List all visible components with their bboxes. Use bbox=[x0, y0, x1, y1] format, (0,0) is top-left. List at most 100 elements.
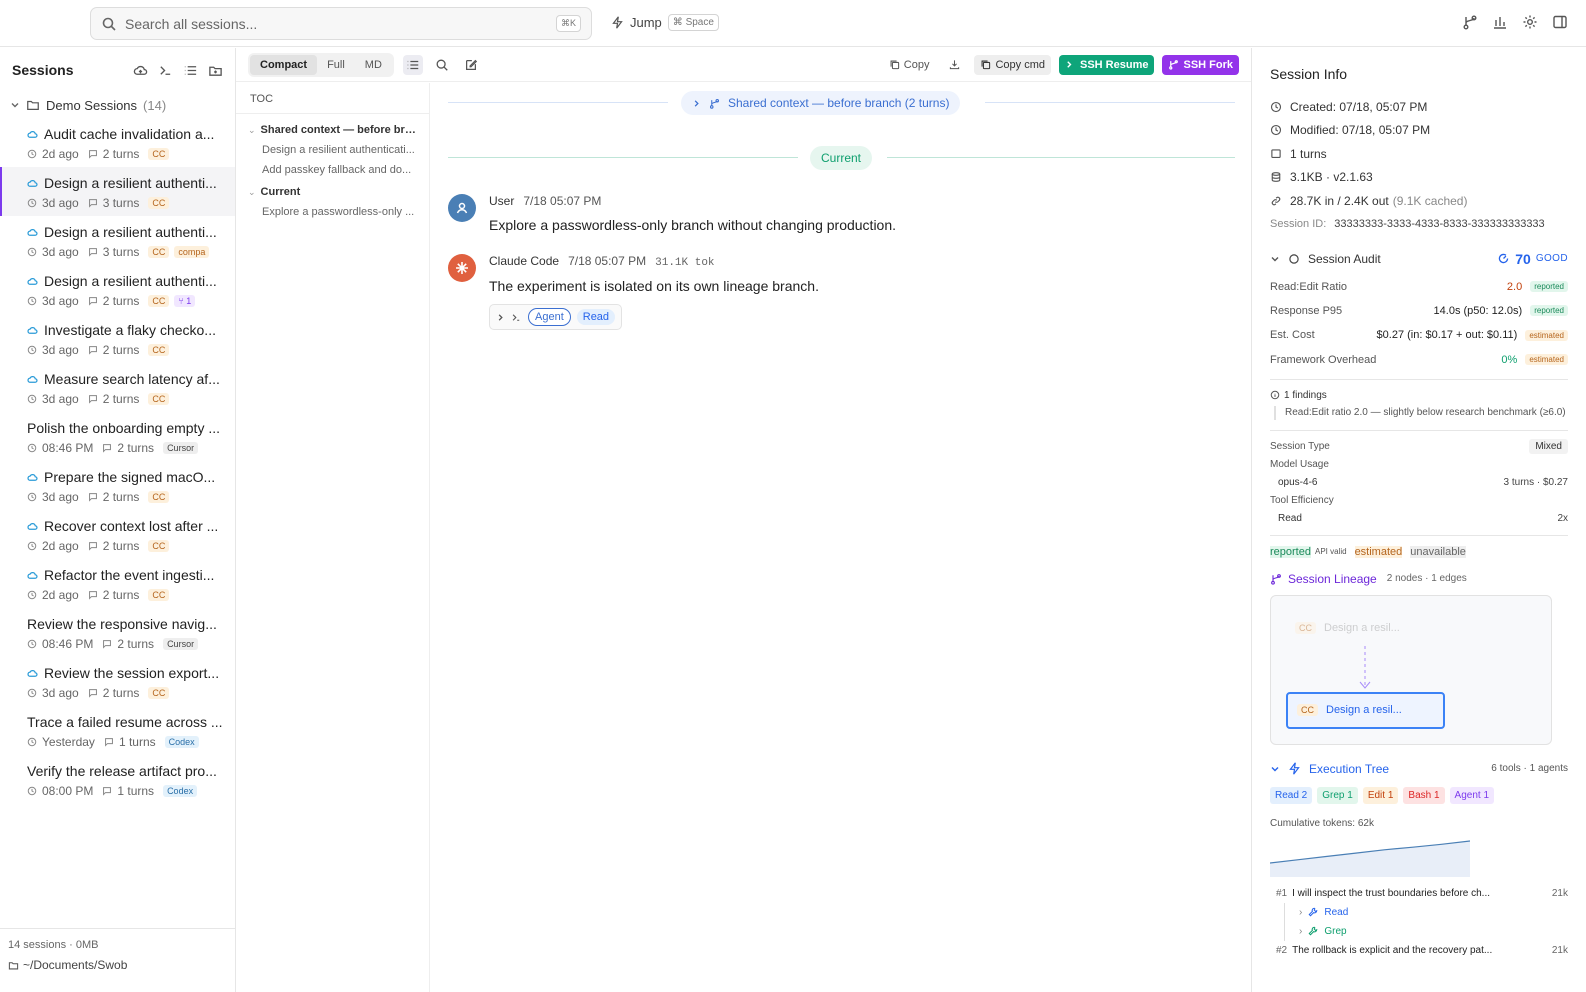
ssh-resume-button[interactable]: SSH Resume bbox=[1059, 54, 1155, 75]
session-item[interactable]: Recover context lost after ... 2d ago 2 … bbox=[0, 510, 235, 559]
toc-section[interactable]: ⌄ Current bbox=[236, 176, 429, 198]
execution-tree-header[interactable]: Execution Tree 6 tools · 1 agents bbox=[1270, 762, 1568, 776]
message-icon bbox=[103, 787, 112, 796]
session-item[interactable]: Audit cache invalidation a... 2d ago 2 t… bbox=[0, 118, 235, 167]
lineage-node-parent[interactable]: CC Design a resil... bbox=[1295, 621, 1400, 634]
cached-value: (9.1K cached) bbox=[1392, 193, 1468, 208]
execution-turn-row[interactable]: #2 The rollback is explicit and the reco… bbox=[1270, 941, 1568, 960]
session-tag: CC bbox=[148, 295, 170, 307]
footer-path[interactable]: ~/Documents/Swob bbox=[23, 958, 127, 972]
session-audit-title: Session Audit bbox=[1308, 251, 1381, 266]
audit-metric-row: Read:Edit Ratio 2.0 reported bbox=[1270, 275, 1568, 299]
node-label: Design a resil... bbox=[1324, 621, 1400, 634]
session-time: 08:46 PM bbox=[42, 637, 94, 651]
session-group[interactable]: Demo Sessions (14) bbox=[0, 92, 235, 118]
tool-chip-read[interactable]: Read bbox=[576, 309, 616, 325]
audit-score-value: 70 bbox=[1515, 250, 1531, 267]
toc-section[interactable]: ⌄ Shared context — before bra... bbox=[236, 114, 429, 136]
session-item[interactable]: Design a resilient authenti... 3d ago 3 … bbox=[0, 216, 235, 265]
tool-count-chip[interactable]: Edit 1 bbox=[1362, 786, 1399, 804]
sessions-sidebar: Sessions Demo Sessions (14) Audit cache … bbox=[0, 48, 236, 992]
tool-count-chip[interactable]: Grep 1 bbox=[1317, 786, 1358, 804]
conversation-view: Shared context — before branch (2 turns)… bbox=[430, 83, 1251, 992]
session-time: 3d ago bbox=[42, 196, 79, 210]
node-tag: CC bbox=[1297, 704, 1318, 717]
session-time: 2d ago bbox=[42, 147, 79, 161]
audit-metric-row: Response P95 14.0s (p50: 12.0s) reported bbox=[1270, 299, 1568, 323]
find-button[interactable] bbox=[432, 55, 452, 75]
toc-item[interactable]: Explore a passwordless-only ... bbox=[236, 198, 429, 218]
tool-count-chip[interactable]: Read 2 bbox=[1270, 786, 1313, 804]
toc-toggle-button[interactable] bbox=[402, 54, 423, 75]
finding-text: Read:Edit ratio 2.0 — slightly below res… bbox=[1274, 405, 1568, 420]
session-time: 2d ago bbox=[42, 588, 79, 602]
cloud-icon bbox=[27, 522, 38, 530]
panel-icon[interactable] bbox=[1552, 14, 1568, 30]
tool-call-node[interactable]: › Grep bbox=[1284, 921, 1568, 941]
model-stats: 3 turns · $0.27 bbox=[1503, 477, 1568, 489]
findings-header: 1 findings bbox=[1270, 390, 1568, 401]
legend-unavailable: unavailable bbox=[1410, 545, 1466, 558]
session-time: 3d ago bbox=[42, 245, 79, 259]
download-button[interactable] bbox=[943, 55, 966, 74]
size-value: 3.1KB · v2.1.63 bbox=[1290, 170, 1373, 185]
search-bar[interactable]: Search all sessions... ⌘K bbox=[90, 7, 592, 40]
cloud-icon bbox=[27, 571, 38, 579]
tool-calls-group[interactable]: Agent Read bbox=[489, 304, 623, 330]
search-input[interactable]: Search all sessions... bbox=[125, 16, 556, 32]
session-item[interactable]: Design a resilient authenti... 3d ago 2 … bbox=[0, 265, 235, 314]
session-item[interactable]: Review the responsive navig... 08:46 PM … bbox=[0, 608, 235, 657]
toc-item[interactable]: Design a resilient authenticati... bbox=[236, 136, 429, 156]
toc-section-title: Current bbox=[260, 186, 301, 198]
cloud-sync-icon[interactable] bbox=[133, 63, 148, 78]
session-id-value[interactable]: 33333333-3333-4333-8333-333333333333 bbox=[1334, 218, 1544, 230]
view-mode-md[interactable]: MD bbox=[355, 55, 392, 75]
terminal-icon[interactable] bbox=[158, 63, 173, 78]
turn-tokens: 21k bbox=[1551, 944, 1568, 956]
session-lineage-header[interactable]: Session Lineage 2 nodes · 1 edges bbox=[1270, 572, 1568, 586]
view-mode-compact[interactable]: Compact bbox=[250, 54, 318, 75]
session-type-row: Session Type Mixed bbox=[1270, 438, 1568, 456]
session-tag: CC bbox=[148, 148, 170, 160]
tool-chip-agent[interactable]: Agent bbox=[528, 308, 571, 326]
ssh-fork-button[interactable]: SSH Fork bbox=[1162, 54, 1239, 75]
view-mode-full[interactable]: Full bbox=[317, 55, 355, 75]
session-item[interactable]: Measure search latency af... 3d ago 2 tu… bbox=[0, 363, 235, 412]
toc-item[interactable]: Add passkey fallback and do... bbox=[236, 156, 429, 176]
message-time: 7/18 05:07 PM bbox=[568, 254, 647, 268]
session-turns: 1 turns bbox=[117, 784, 155, 798]
message-icon bbox=[88, 542, 97, 551]
session-item[interactable]: Refactor the event ingesti... 2d ago 2 t… bbox=[0, 559, 235, 608]
jump-button[interactable]: Jump ⌘ Space bbox=[611, 14, 719, 31]
metric-value: 2.0 bbox=[1506, 280, 1523, 293]
session-item[interactable]: Polish the onboarding empty ... 08:46 PM… bbox=[0, 412, 235, 461]
copy-button[interactable]: Copy bbox=[883, 55, 936, 75]
execution-turn-row[interactable]: #1 I will inspect the trust boundaries b… bbox=[1270, 884, 1568, 903]
tool-call-node[interactable]: › Read bbox=[1284, 902, 1568, 922]
shared-context-pill[interactable]: Shared context — before branch (2 turns) bbox=[681, 91, 961, 115]
session-item[interactable]: Review the session export... 3d ago 2 tu… bbox=[0, 657, 235, 706]
session-title: Refactor the event ingesti... bbox=[44, 567, 215, 583]
session-item[interactable]: Verify the release artifact pro... 08:00… bbox=[0, 755, 235, 804]
tool-count-chip[interactable]: Bash 1 bbox=[1403, 786, 1445, 804]
tool-count-chip[interactable]: Agent 1 bbox=[1449, 786, 1495, 804]
chart-icon[interactable] bbox=[1492, 14, 1508, 30]
session-item[interactable]: Investigate a flaky checko... 3d ago 2 t… bbox=[0, 314, 235, 363]
folder-add-icon[interactable] bbox=[208, 63, 223, 78]
branch-icon[interactable] bbox=[1462, 14, 1478, 30]
session-item[interactable]: Trace a failed resume across ... Yesterd… bbox=[0, 706, 235, 755]
copy-cmd-button[interactable]: Copy cmd bbox=[974, 54, 1051, 75]
lineage-node-current[interactable]: CC Design a resil... bbox=[1286, 691, 1445, 729]
session-item[interactable]: Design a resilient authenti... 3d ago 3 … bbox=[0, 167, 235, 216]
clock-icon bbox=[1270, 101, 1282, 112]
session-title: Verify the release artifact pro... bbox=[27, 763, 217, 779]
session-time: 08:00 PM bbox=[42, 784, 94, 798]
session-audit-header[interactable]: Session Audit 70 GOOD bbox=[1270, 249, 1568, 269]
gear-icon[interactable] bbox=[1522, 14, 1538, 30]
edit-button[interactable] bbox=[461, 55, 481, 75]
user-icon bbox=[456, 202, 468, 214]
list-icon[interactable] bbox=[183, 63, 198, 78]
session-tag2: compa bbox=[174, 246, 210, 258]
tool-name: Read bbox=[1278, 513, 1302, 525]
session-item[interactable]: Prepare the signed macO... 3d ago 2 turn… bbox=[0, 461, 235, 510]
